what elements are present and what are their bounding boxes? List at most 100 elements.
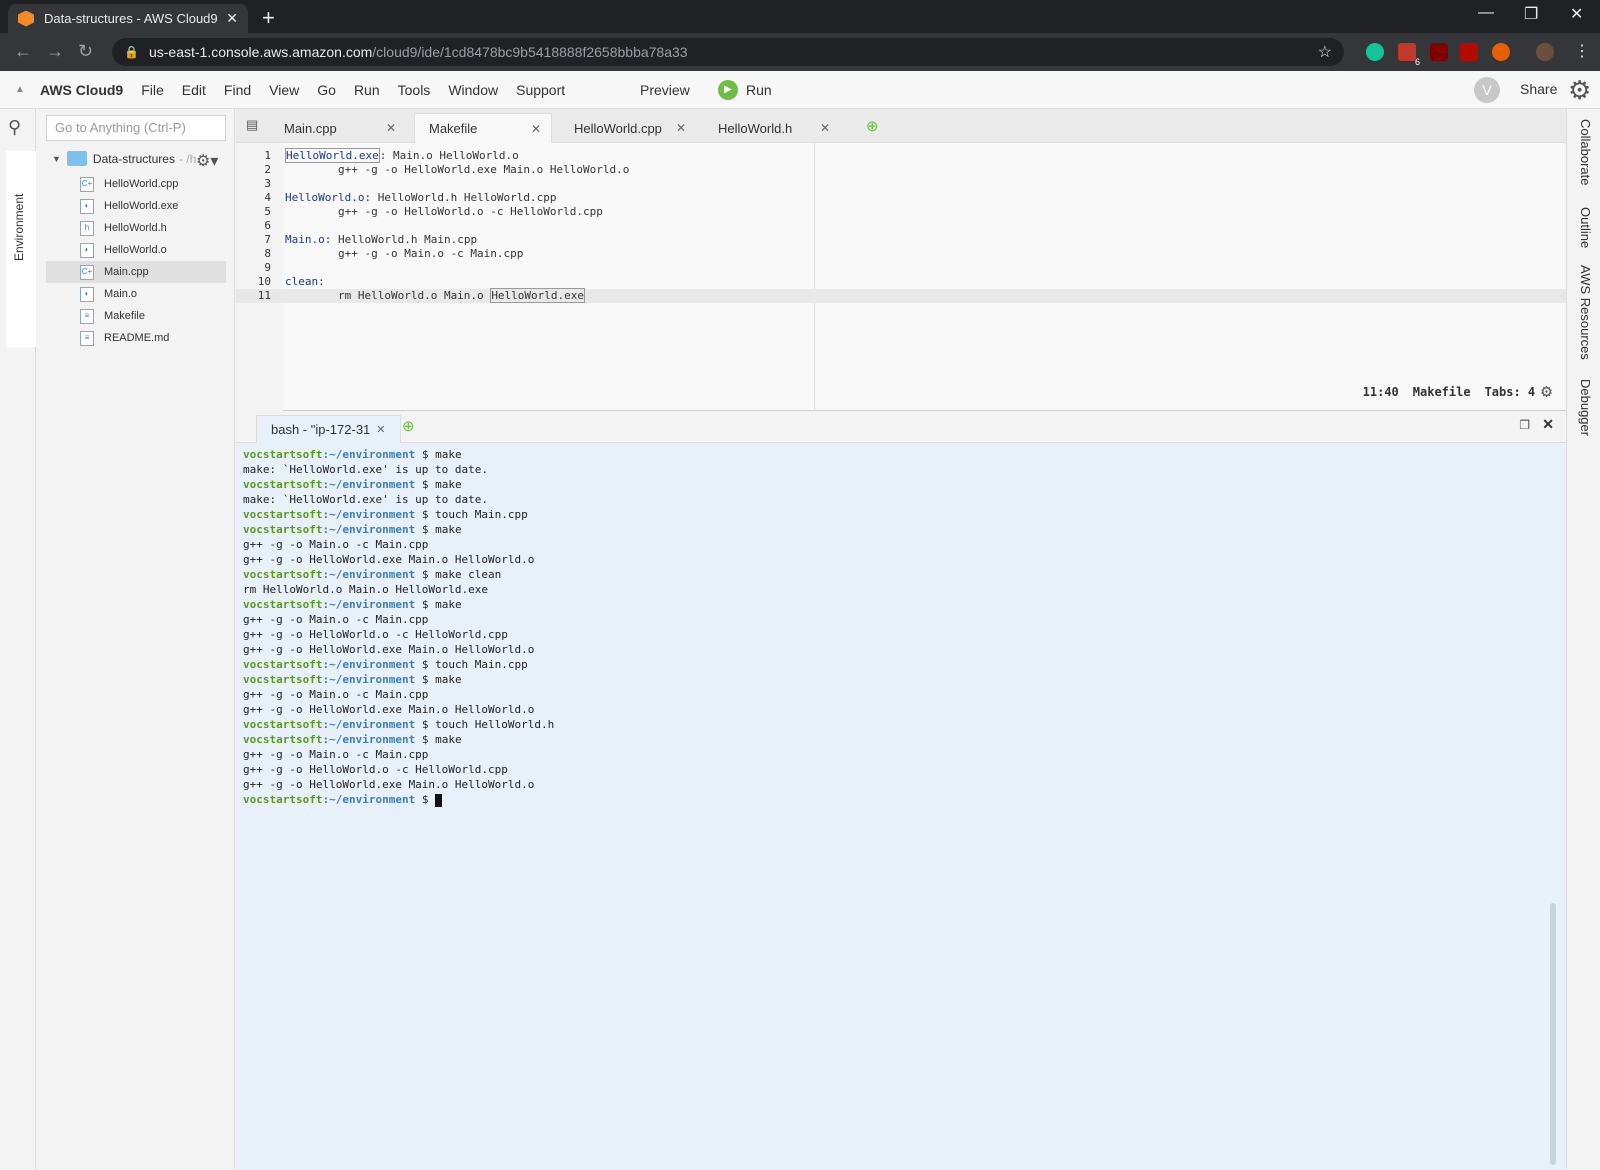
menu-edit[interactable]: Edit: [182, 82, 206, 98]
terminal-output-line: g++ -g -o Main.o -c Main.cpp: [243, 687, 554, 702]
menu-run[interactable]: Run: [354, 82, 380, 98]
cursor-position[interactable]: 11:40: [1363, 385, 1399, 399]
menu-tools[interactable]: Tools: [398, 82, 431, 98]
file-item-readme-md[interactable]: ≡ README.md: [46, 327, 226, 349]
ublock-extension-icon[interactable]: [1430, 43, 1448, 61]
syntax-mode[interactable]: Makefile: [1413, 385, 1471, 399]
terminal-output-line: g++ -g -o Main.o -c Main.cpp: [243, 747, 554, 762]
add-terminal-icon[interactable]: ⊕: [402, 417, 415, 435]
file-item-helloworld-cpp[interactable]: C+ HelloWorld.cpp: [46, 173, 226, 195]
share-button[interactable]: Share: [1520, 81, 1557, 97]
file-item-helloworld-h[interactable]: h HelloWorld.h: [46, 217, 226, 239]
preferences-gear-icon[interactable]: ⚙: [1568, 75, 1591, 106]
close-tab-icon[interactable]: ✕: [676, 121, 686, 135]
file-name: Main.o: [104, 288, 138, 300]
make-target: HelloWorld.exe: [285, 148, 380, 163]
close-tab-icon[interactable]: ✕: [531, 122, 541, 136]
preview-button[interactable]: Preview: [640, 82, 690, 98]
expand-triangle-icon[interactable]: ▼: [52, 154, 61, 164]
terminal-scrollbar[interactable]: [1550, 903, 1556, 1165]
calendar-extension-icon[interactable]: 6: [1398, 43, 1420, 67]
terminal-output-line: make: `HelloWorld.exe' is up to date.: [243, 492, 554, 507]
terminal-current-prompt[interactable]: vocstartsoft:~/environment $: [243, 792, 554, 807]
tab-bash-terminal[interactable]: bash - "ip-172-31 ✕: [256, 415, 401, 443]
search-icon[interactable]: ⚲: [8, 117, 21, 138]
line-number: 1: [264, 149, 271, 162]
collapse-menu-icon[interactable]: ▲: [0, 84, 40, 95]
tab-helloworld-h[interactable]: HelloWorld.h ✕: [704, 113, 840, 143]
browser-tab[interactable]: Data-structures - AWS Cloud9 ✕: [8, 4, 248, 33]
new-tab-button[interactable]: +: [262, 5, 275, 31]
close-tab-icon[interactable]: ✕: [226, 10, 238, 27]
tab-label: Main.cpp: [284, 120, 337, 136]
menu-file[interactable]: File: [141, 82, 164, 98]
star-icon[interactable]: ☆: [1318, 42, 1332, 62]
menu-find[interactable]: Find: [224, 82, 251, 98]
tab-main-cpp[interactable]: Main.cpp ✕: [270, 113, 406, 143]
menu-support[interactable]: Support: [516, 82, 565, 98]
terminal-command-line: vocstartsoft:~/environment $ make: [243, 597, 554, 612]
close-tab-icon[interactable]: ✕: [386, 121, 396, 135]
editor-settings-gear-icon[interactable]: ⚙: [1541, 381, 1552, 402]
tab-size[interactable]: Tabs: 4: [1485, 385, 1536, 399]
tab-helloworld-cpp[interactable]: HelloWorld.cpp ✕: [560, 113, 696, 143]
environment-panel-toggle[interactable]: Environment: [6, 151, 36, 347]
file-item-helloworld-o[interactable]: ◐ HelloWorld.o: [46, 239, 226, 261]
code-text: :: [318, 275, 325, 288]
prompt-path: :~/environment: [322, 793, 416, 806]
reload-icon[interactable]: ↻: [78, 41, 93, 62]
outline-panel-toggle[interactable]: Outline: [1578, 207, 1593, 248]
close-panel-icon[interactable]: ✕: [1542, 416, 1554, 433]
code-text: : HelloWorld.h HelloWorld.cpp: [364, 191, 557, 204]
terminal-text: g++ -g -o HelloWorld.exe Main.o HelloWor…: [243, 778, 535, 791]
menu-go[interactable]: Go: [317, 82, 336, 98]
terminal-command-line: vocstartsoft:~/environment $ make: [243, 672, 554, 687]
file-item-main-cpp[interactable]: C+ Main.cpp: [46, 261, 226, 283]
close-tab-icon[interactable]: ✕: [820, 121, 830, 135]
maximize-panel-icon[interactable]: ❐: [1519, 418, 1530, 432]
pdf-extension-icon[interactable]: [1460, 43, 1478, 61]
forward-arrow-icon[interactable]: →: [46, 41, 64, 62]
code-text: g++ -g -o HelloWorld.exe Main.o HelloWor…: [285, 163, 630, 176]
terminal-pane[interactable]: vocstartsoft:~/environment $ make make: `…: [236, 443, 1566, 1170]
code-editor[interactable]: 1 HelloWorld.exe: Main.o HelloWorld.o 2 g…: [236, 143, 1566, 411]
menu-window[interactable]: Window: [448, 82, 498, 98]
grammarly-extension-icon[interactable]: [1366, 43, 1384, 61]
run-label: Run: [746, 81, 772, 98]
fire-extension-icon[interactable]: [1492, 43, 1510, 61]
close-tab-icon[interactable]: ✕: [376, 423, 385, 436]
code-text: rm HelloWorld.o Main.o: [285, 289, 491, 302]
line-number: 7: [264, 233, 271, 246]
tree-root-folder[interactable]: ▼ Data-structures - /h: [52, 151, 196, 166]
file-item-helloworld-exe[interactable]: ◐ HelloWorld.exe: [46, 195, 226, 217]
tab-makefile[interactable]: Makefile ✕: [414, 113, 552, 143]
aws-resources-panel-toggle[interactable]: AWS Resources: [1578, 265, 1593, 360]
file-item-makefile[interactable]: ≡ Makefile: [46, 305, 226, 327]
run-button[interactable]: ▶ Run: [718, 79, 772, 100]
browser-menu-icon[interactable]: ⋮: [1574, 43, 1592, 61]
prompt-path: :~/environment: [322, 598, 416, 611]
terminal-command-line: vocstartsoft:~/environment $ touch Main.…: [243, 657, 554, 672]
debugger-panel-toggle[interactable]: Debugger: [1578, 379, 1593, 436]
user-avatar[interactable]: V: [1474, 77, 1500, 103]
tree-settings-gear-icon[interactable]: ⚙▾: [196, 151, 218, 171]
line-number: 4: [264, 191, 271, 204]
tab-list-icon[interactable]: ▤: [246, 117, 258, 133]
terminal-output-line: g++ -g -o HelloWorld.exe Main.o HelloWor…: [243, 702, 554, 717]
brand-menu[interactable]: AWS Cloud9: [40, 82, 123, 98]
back-arrow-icon[interactable]: ←: [14, 41, 32, 62]
add-tab-icon[interactable]: ⊕: [866, 117, 879, 135]
minimize-icon[interactable]: —: [1478, 4, 1494, 22]
url-field[interactable]: 🔒 us-east-1.console.aws.amazon.com/cloud…: [112, 38, 1344, 66]
restore-icon[interactable]: ❐: [1524, 4, 1538, 24]
code-line: 10 clean:: [236, 275, 1566, 289]
terminal-text: g++ -g -o HelloWorld.o -c HelloWorld.cpp: [243, 628, 508, 641]
go-to-anything-input[interactable]: Go to Anything (Ctrl-P): [46, 115, 226, 141]
make-target: HelloWorld.o: [285, 191, 365, 204]
terminal-output-line: make: `HelloWorld.exe' is up to date.: [243, 462, 554, 477]
close-window-icon[interactable]: ✕: [1570, 4, 1583, 24]
menu-view[interactable]: View: [269, 82, 299, 98]
collaborate-panel-toggle[interactable]: Collaborate: [1578, 119, 1593, 186]
file-item-main-o[interactable]: ◐ Main.o: [46, 283, 226, 305]
profile-avatar-icon[interactable]: [1536, 43, 1554, 61]
